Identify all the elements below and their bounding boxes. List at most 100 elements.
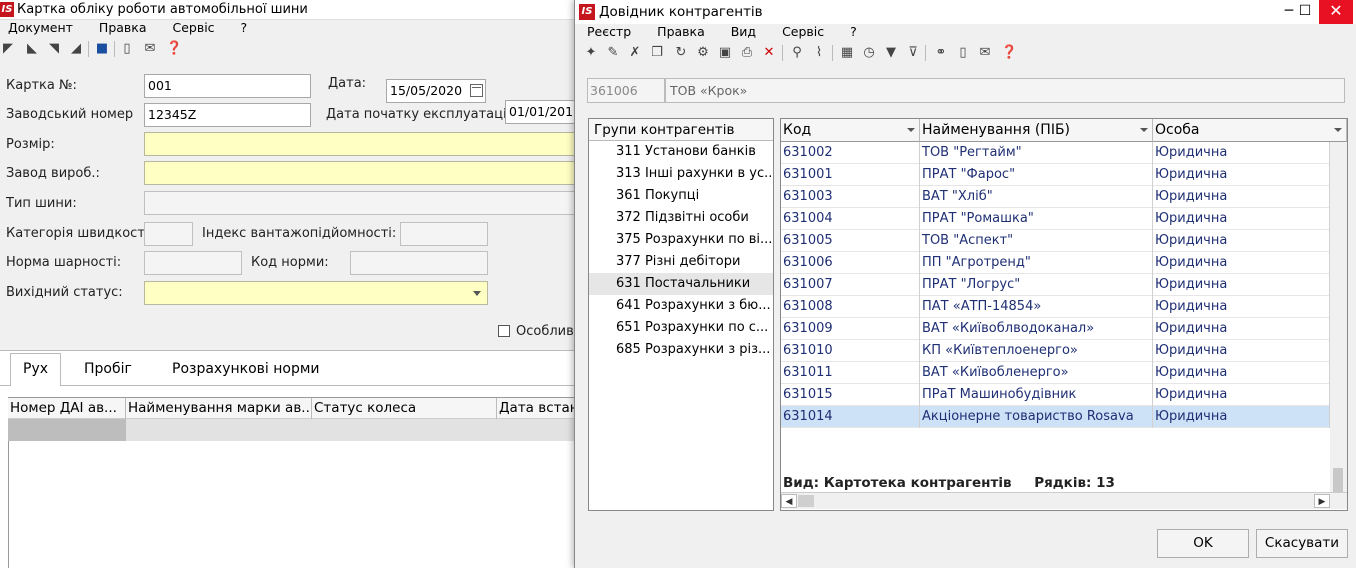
cell-person[interactable]: Юридична — [1153, 208, 1330, 230]
document-icon[interactable]: ▯ — [119, 41, 135, 57]
group-icon[interactable]: ▣ — [717, 45, 733, 61]
table-row[interactable]: 631008 ПАТ «АТП-14854» Юридична — [781, 296, 1330, 318]
group-item[interactable]: 377 Різні дебітори — [589, 251, 773, 273]
table-row[interactable]: 631003 ВАТ "Хліб" Юридична — [781, 186, 1330, 208]
menu-help[interactable]: ? — [241, 20, 248, 35]
serial-field[interactable]: 12345Z — [144, 103, 311, 127]
print-icon[interactable]: ⎙ — [739, 45, 755, 61]
cell-name[interactable]: ВАТ «Київобленерго» — [920, 362, 1153, 384]
cell-name[interactable]: ТОВ "Аспект" — [920, 230, 1153, 252]
cell-name[interactable]: ВАТ "Хліб" — [920, 186, 1153, 208]
table-row[interactable]: 631006 ПП "Агротренд" Юридична — [781, 252, 1330, 274]
special-checkbox[interactable] — [498, 325, 510, 337]
menu-view[interactable]: Вид — [731, 24, 756, 39]
table-row[interactable]: 631014 Акціонерне товариство Rosava Юридич… — [781, 406, 1330, 428]
cell-name[interactable]: ПРАТ "Фарос" — [920, 164, 1153, 186]
delete-record-icon[interactable]: ✗ — [627, 45, 643, 61]
table-row[interactable]: 631005 ТОВ "Аспект" Юридична — [781, 230, 1330, 252]
group-item[interactable]: 685 Розрахунки з різ... — [589, 339, 773, 361]
tread-norm-field[interactable] — [144, 251, 242, 275]
cell-code[interactable]: 631009 — [781, 318, 920, 340]
prev-record-icon[interactable]: ◤ — [0, 41, 16, 57]
cell-name[interactable]: ПРАТ "Ромашка" — [920, 208, 1153, 230]
cell-name[interactable]: ПРаТ Машинобудівник — [920, 384, 1153, 406]
cell-person[interactable]: Юридична — [1153, 340, 1330, 362]
scroll-left-icon[interactable]: ◀ — [781, 494, 797, 508]
document-icon[interactable]: ▯ — [955, 45, 971, 61]
group-item-selected[interactable]: 631 Постачальники — [589, 273, 773, 295]
refresh-icon[interactable]: ↻ — [673, 45, 689, 61]
new-icon[interactable]: ✦ — [583, 45, 599, 61]
col-person[interactable]: Особа — [1153, 119, 1347, 142]
tab-calc-norms[interactable]: Розрахункові норми — [160, 354, 332, 384]
delete-icon[interactable]: ✕ — [761, 45, 777, 61]
cell-person[interactable]: Юридична — [1153, 406, 1330, 428]
menu-service[interactable]: Сервіс — [172, 20, 214, 35]
scroll-thumb[interactable] — [1333, 468, 1343, 492]
table-icon[interactable]: ▦ — [839, 45, 855, 61]
table-row[interactable]: 631004 ПРАТ "Ромашка" Юридична — [781, 208, 1330, 230]
table-row[interactable]: 631007 ПРАТ "Логрус" Юридична — [781, 274, 1330, 296]
cell-person[interactable]: Юридична — [1153, 186, 1330, 208]
table-row[interactable]: 631001 ПРАТ "Фарос" Юридична — [781, 164, 1330, 186]
clock-icon[interactable]: ◷ — [861, 45, 877, 61]
group-item[interactable]: 361 Покупці — [589, 185, 773, 207]
cell-person[interactable]: Юридична — [1153, 164, 1330, 186]
sort-arrow-icon[interactable] — [907, 128, 915, 132]
group-item[interactable]: 313 Інші рахунки в ус... — [589, 163, 773, 185]
edit-icon[interactable]: ✎ — [605, 45, 621, 61]
table-row[interactable]: 631002 ТОВ "Регтайм" Юридична — [781, 142, 1330, 164]
cell-code[interactable]: 631014 — [781, 406, 920, 428]
factory-field[interactable] — [144, 161, 575, 185]
date-field[interactable]: 15/05/2020 — [386, 79, 486, 103]
cell-code[interactable]: 631004 — [781, 208, 920, 230]
table-row[interactable]: 631015 ПРаТ Машинобудівник Юридична — [781, 384, 1330, 406]
group-item[interactable]: 651 Розрахунки по с... — [589, 317, 773, 339]
cancel-button[interactable]: Скасувати — [1256, 529, 1348, 558]
cell-code[interactable]: 631002 — [781, 142, 920, 164]
cell-person[interactable]: Юридична — [1153, 230, 1330, 252]
help-icon[interactable]: ❓ — [1001, 45, 1017, 61]
cell-person[interactable]: Юридична — [1153, 296, 1330, 318]
cell-person[interactable]: Юридична — [1153, 142, 1330, 164]
mail-icon[interactable]: ✉ — [977, 45, 993, 61]
cell-code[interactable]: 631010 — [781, 340, 920, 362]
cell-code[interactable]: 631008 — [781, 296, 920, 318]
save-icon[interactable]: ■ — [94, 41, 110, 57]
cell-code[interactable]: 631015 — [781, 384, 920, 406]
selected-cell[interactable] — [8, 419, 126, 441]
tab-mileage[interactable]: Пробіг — [72, 354, 144, 384]
sort-arrow-icon[interactable] — [1334, 128, 1342, 132]
norm-code-field[interactable] — [350, 251, 488, 275]
menu-document[interactable]: Документ — [8, 20, 73, 35]
cell-code[interactable]: 631005 — [781, 230, 920, 252]
filter-icon[interactable]: ▼ — [883, 45, 899, 61]
menu-help[interactable]: ? — [850, 24, 857, 39]
copy-icon[interactable]: ❐ — [649, 45, 665, 61]
table-row[interactable]: 631011 ВАТ «Київобленерго» Юридична — [781, 362, 1330, 384]
table-row[interactable] — [8, 419, 575, 441]
group-item[interactable]: 311 Установи банків — [589, 141, 773, 163]
cell-code[interactable]: 631003 — [781, 186, 920, 208]
tab-movement[interactable]: Рух — [10, 353, 62, 386]
menu-registry[interactable]: Реєстр — [587, 24, 631, 39]
col-name[interactable]: Найменування (ПІБ) — [920, 119, 1153, 142]
cell-name[interactable]: ПП "Агротренд" — [920, 252, 1153, 274]
group-item[interactable]: 641 Розрахунки з бю... — [589, 295, 773, 317]
col-brand-name[interactable]: Найменування марки ав... — [126, 398, 312, 419]
cell-code[interactable]: 631001 — [781, 164, 920, 186]
cell-person[interactable]: Юридична — [1153, 318, 1330, 340]
link-icon[interactable]: ⚭ — [933, 45, 949, 61]
menu-edit[interactable]: Правка — [99, 20, 147, 35]
vertical-scrollbar[interactable] — [1330, 142, 1347, 492]
dropdown-arrow-icon[interactable] — [473, 291, 481, 296]
cell-name[interactable]: ВАТ «Київоблводоканал» — [920, 318, 1153, 340]
help-icon[interactable]: ❓ — [166, 41, 182, 57]
status-select[interactable] — [144, 281, 488, 305]
maximize-icon[interactable]: ☐ — [1291, 0, 1319, 24]
cell-name[interactable]: ТОВ "Регтайм" — [920, 142, 1153, 164]
attach-icon[interactable]: ⌇ — [811, 45, 827, 61]
size-field[interactable] — [144, 132, 575, 156]
next-record-icon[interactable]: ◣ — [24, 41, 40, 57]
cell-name[interactable]: Акціонерне товариство Rosava — [920, 406, 1153, 428]
